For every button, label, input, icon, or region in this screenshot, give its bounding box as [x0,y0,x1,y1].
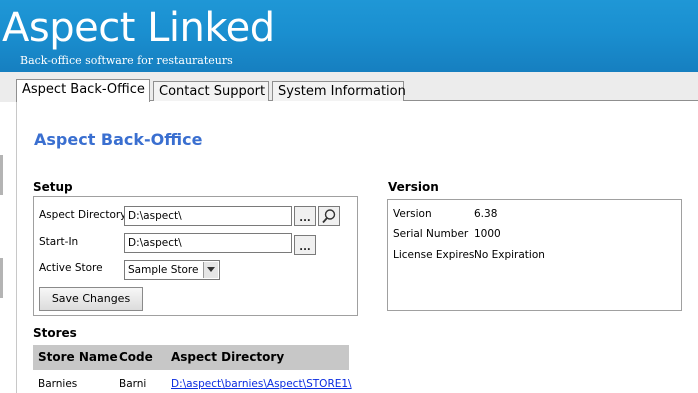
version-section-title: Version [388,180,439,194]
aspect-directory-search-button[interactable] [318,206,340,226]
header-banner: Aspect Linked Back-office software for r… [0,0,698,72]
start-in-input[interactable]: D:\aspect\ [124,233,292,253]
stores-section-title: Stores [33,326,77,340]
version-value: 6.38 [474,208,498,220]
start-in-label: Start-In [39,236,79,248]
chevron-down-icon [203,262,218,278]
store-name-cell: Barnies [38,378,78,390]
tab-aspect-back-office[interactable]: Aspect Back-Office [16,79,150,102]
column-header-code[interactable]: Code [119,345,153,370]
app-window: Aspect Linked Back-office software for r… [0,0,698,393]
left-edge-marker [0,258,3,298]
active-store-value: Sample Store [128,264,199,276]
column-header-store-name[interactable]: Store Name [38,345,118,370]
aspect-directory-label: Aspect Directory [39,209,127,221]
store-directory-link[interactable]: D:\aspect\barnies\Aspect\STORE1\ [171,378,352,390]
app-subtitle: Back-office software for restaurateurs [20,54,233,67]
license-expires-value: No Expiration [474,249,545,261]
version-label: Version [393,208,432,220]
active-store-label: Active Store [39,262,103,274]
start-in-browse-button[interactable]: ... [294,235,316,255]
aspect-directory-input[interactable]: D:\aspect\ [124,206,292,226]
setup-section-title: Setup [33,180,73,194]
active-store-select[interactable]: Sample Store [124,260,220,280]
save-changes-button[interactable]: Save Changes [39,287,143,311]
license-expires-label: License Expires [393,249,475,261]
column-header-aspect-directory[interactable]: Aspect Directory [171,345,284,370]
serial-number-label: Serial Number [393,228,469,240]
left-edge-marker [0,155,3,195]
app-title: Aspect Linked [2,5,275,51]
store-code-cell: Barni [119,378,147,390]
aspect-directory-browse-button[interactable]: ... [294,206,316,226]
page-title: Aspect Back-Office [34,130,203,149]
tab-contact-support[interactable]: Contact Support [153,81,269,101]
search-icon [322,209,336,224]
serial-number-value: 1000 [474,228,501,240]
stores-table-header: Store Name Code Aspect Directory [33,345,349,370]
tab-system-information[interactable]: System Information [272,81,406,101]
